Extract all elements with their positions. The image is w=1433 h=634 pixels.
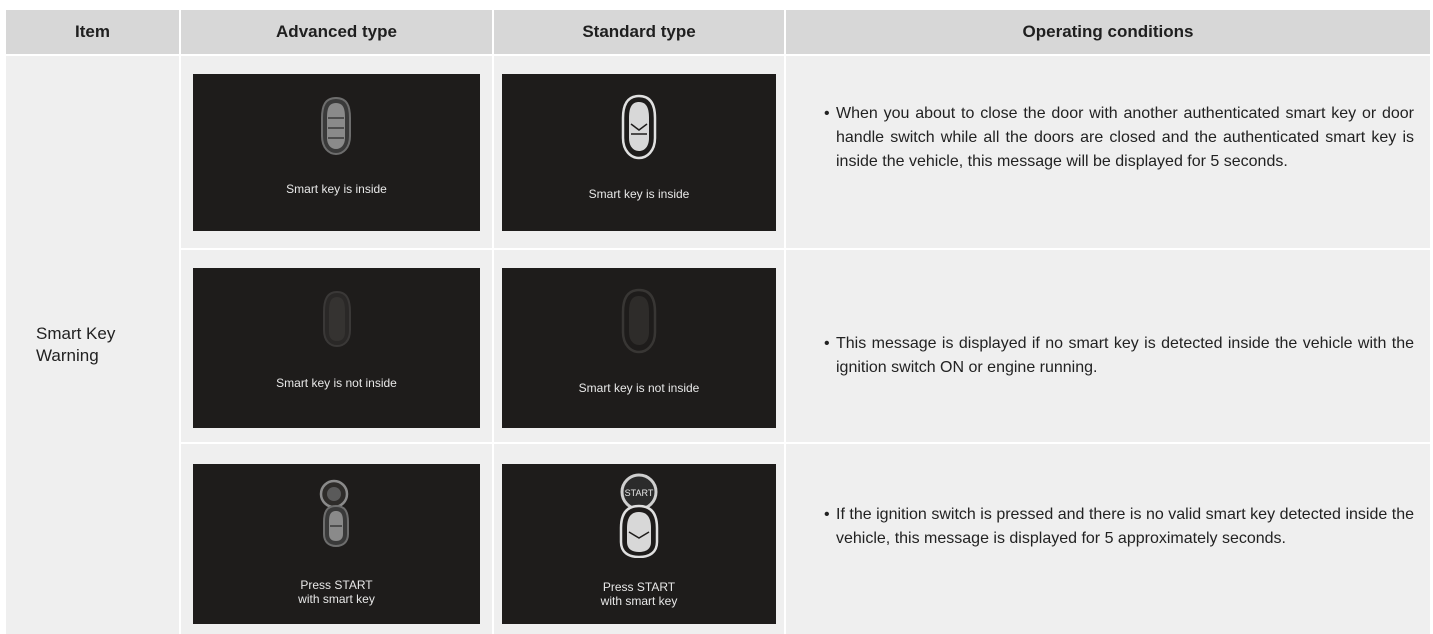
row1-advanced-screen: Smart key is inside xyxy=(193,74,480,231)
header-item: Item xyxy=(6,10,179,54)
row1-condition-text: When you about to close the door with an… xyxy=(836,105,1414,170)
ignition-start-icon xyxy=(319,479,349,548)
smart-key-warning-table: Item Advanced type Standard type Operati… xyxy=(6,10,1430,634)
row3-advanced-screen: Press START with smart key xyxy=(193,464,480,624)
row2-standard-cell: Smart key is not inside xyxy=(494,250,784,442)
row2-standard-screen: Smart key is not inside xyxy=(502,268,776,428)
smart-key-icon xyxy=(621,288,657,354)
row2-condition-text: This message is displayed if no smart ke… xyxy=(836,335,1414,376)
row2-condition-cell: • This message is displayed if no smart … xyxy=(786,250,1430,442)
row3-condition-text: If the ignition switch is pressed and th… xyxy=(836,506,1414,547)
smart-key-icon xyxy=(323,290,351,348)
row1-advanced-message: Smart key is inside xyxy=(286,182,387,196)
bullet: • xyxy=(824,105,830,122)
row3-condition-cell: • If the ignition switch is pressed and … xyxy=(786,444,1430,634)
header-standard-type: Standard type xyxy=(494,10,784,54)
row1-standard-message: Smart key is inside xyxy=(588,187,690,201)
row2-advanced-message: Smart key is not inside xyxy=(276,376,397,390)
row1-condition-cell: • When you about to close the door with … xyxy=(786,56,1430,248)
row3-standard-message-line1: Press START xyxy=(602,580,676,594)
row3-advanced-message-line2: with smart key xyxy=(298,592,375,606)
row1-standard-cell: Smart key is inside xyxy=(494,56,784,248)
item-cell: Smart Key Warning xyxy=(6,56,179,634)
row3-standard-screen: START Press START with smart key xyxy=(502,464,776,624)
header-operating-conditions: Operating conditions xyxy=(786,10,1430,54)
ignition-start-icon: START xyxy=(619,473,659,558)
row1-standard-screen: Smart key is inside xyxy=(502,74,776,231)
row2-standard-message: Smart key is not inside xyxy=(578,381,700,395)
row3-standard-message-line2: with smart key xyxy=(600,594,678,608)
header-advanced-type: Advanced type xyxy=(181,10,492,54)
bullet: • xyxy=(824,335,830,352)
row3-standard-cell: START Press START with smart key xyxy=(494,444,784,634)
bullet: • xyxy=(824,506,830,523)
row1-advanced-cell: Smart key is inside xyxy=(181,56,492,248)
row3-advanced-message-line1: Press START xyxy=(300,578,373,592)
item-label: Smart Key Warning xyxy=(36,324,116,365)
row2-advanced-cell: Smart key is not inside xyxy=(181,250,492,442)
row2-advanced-screen: Smart key is not inside xyxy=(193,268,480,428)
smart-key-icon xyxy=(321,96,351,156)
row3-advanced-cell: Press START with smart key xyxy=(181,444,492,634)
smart-key-icon xyxy=(621,94,657,160)
start-label: START xyxy=(625,488,654,498)
